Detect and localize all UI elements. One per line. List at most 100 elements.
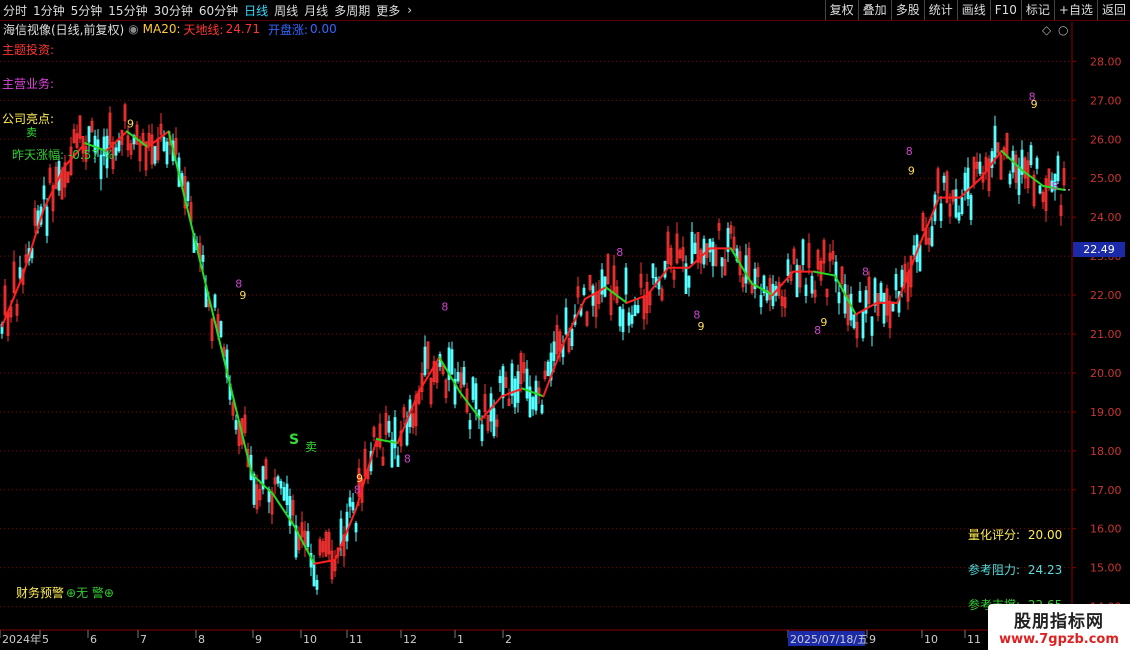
x-tick-label: 11	[967, 633, 981, 646]
sequence-mark: 9	[908, 164, 915, 177]
y-tick-label: 28.00	[1090, 55, 1122, 68]
candle-body	[468, 420, 472, 430]
watermark-logo: 股朋指标网 www.7gpzb.com	[988, 604, 1130, 650]
candle-body	[621, 309, 625, 333]
ma-segment	[958, 177, 982, 199]
candle-body	[894, 273, 898, 291]
candle-body	[630, 314, 634, 324]
y-tick-label: 26.00	[1090, 133, 1122, 146]
candle-body	[1056, 155, 1060, 182]
candle-body	[42, 185, 46, 200]
sequence-mark: 9	[1031, 98, 1038, 111]
candle-body	[564, 307, 568, 335]
watermark-url: www.7gpzb.com	[999, 632, 1119, 647]
sequence-mark: 8	[616, 246, 623, 259]
x-tick-label: 2025/07/18/五	[790, 633, 868, 646]
candle-body	[690, 231, 694, 264]
candle-body	[1035, 157, 1039, 169]
x-tick-label: 10	[924, 633, 938, 646]
x-tick-label: 8	[198, 633, 205, 646]
resist-row: 参考阻力: 24.23	[968, 561, 1062, 578]
candle-body	[345, 511, 349, 542]
x-tick-label: 9	[869, 633, 876, 646]
watermark-title: 股朋指标网	[1014, 612, 1104, 632]
y-tick-label: 22.00	[1090, 289, 1122, 302]
candle-body	[540, 404, 544, 414]
candle-body	[882, 292, 886, 324]
candle-body	[462, 367, 466, 385]
candle-body	[687, 275, 691, 288]
y-tick-label: 24.00	[1090, 211, 1122, 224]
finance-warning-label: 财务预警	[16, 586, 65, 600]
candle-body	[963, 172, 967, 191]
x-tick-label: 11	[349, 633, 363, 646]
y-tick-label: 18.00	[1090, 445, 1122, 458]
candle-body	[390, 439, 394, 468]
sequence-mark: 9	[820, 316, 827, 329]
candle-body	[516, 371, 520, 403]
candle-body	[618, 306, 622, 327]
candle-body	[396, 455, 400, 467]
y-tick-label: 25.00	[1090, 172, 1122, 185]
candle-body	[954, 189, 958, 218]
ma-segment	[230, 387, 253, 476]
resist-label: 参考阻力:	[968, 563, 1021, 577]
candle-body	[510, 363, 514, 396]
candle-body	[858, 290, 862, 303]
sequence-mark: 8	[235, 277, 242, 290]
candle-body	[978, 161, 982, 174]
x-tick-label: 7	[140, 633, 147, 646]
sell-signal-s: S	[289, 432, 300, 448]
sell-signal-2: 卖	[305, 440, 318, 454]
candle-body	[879, 282, 883, 302]
candle-body	[636, 305, 640, 313]
candle-body	[627, 312, 631, 326]
candle-body	[306, 531, 310, 547]
candle-body	[552, 341, 556, 361]
candle-body	[285, 483, 289, 506]
candle-body	[693, 242, 697, 254]
y-tick-label: 17.00	[1090, 484, 1122, 497]
resist-value: 24.23	[1027, 563, 1063, 577]
sequence-mark: 8	[862, 266, 869, 279]
y-tick-label: 20.00	[1090, 367, 1122, 380]
ma-segment	[209, 301, 233, 390]
candle-body	[570, 328, 574, 347]
candle-body	[1008, 173, 1012, 185]
candle-body	[870, 316, 874, 336]
candle-body	[279, 481, 283, 489]
finance-warning-text: 无 警	[76, 586, 104, 600]
ma-segment	[188, 216, 212, 304]
ma-segment	[167, 130, 191, 219]
y-tick-label: 27.00	[1090, 94, 1122, 107]
candle-body	[957, 212, 961, 221]
candle-body	[165, 141, 169, 165]
x-tick-label: 6	[90, 633, 97, 646]
x-tick-label: 5	[42, 633, 49, 646]
candle-body	[969, 194, 973, 220]
sequence-mark: 8	[354, 484, 361, 497]
sequence-mark: 9	[356, 472, 363, 485]
candle-body	[153, 146, 157, 164]
y-tick-label: 21.00	[1090, 328, 1122, 341]
candle-body	[759, 295, 763, 308]
candle-body	[354, 523, 358, 533]
ma-segment	[21, 208, 45, 277]
candle-body	[663, 260, 667, 278]
candle-body	[498, 376, 502, 384]
candle-body	[219, 321, 223, 338]
prev-change-label: 昨天涨幅: -0.57 %	[12, 148, 115, 162]
candle-body	[387, 420, 391, 433]
candle-body	[471, 377, 475, 400]
y-tick-label: 16.00	[1090, 523, 1122, 536]
candle-body	[633, 304, 637, 317]
candle-body	[513, 378, 517, 408]
x-tick-label: 1	[457, 633, 464, 646]
ma-line	[1, 130, 1072, 565]
candle-body	[312, 561, 316, 587]
candle-body	[960, 197, 964, 214]
candle-body	[720, 257, 724, 267]
candle-body	[804, 284, 808, 296]
candle-body	[450, 349, 454, 375]
sequence-mark: 8	[906, 145, 913, 158]
